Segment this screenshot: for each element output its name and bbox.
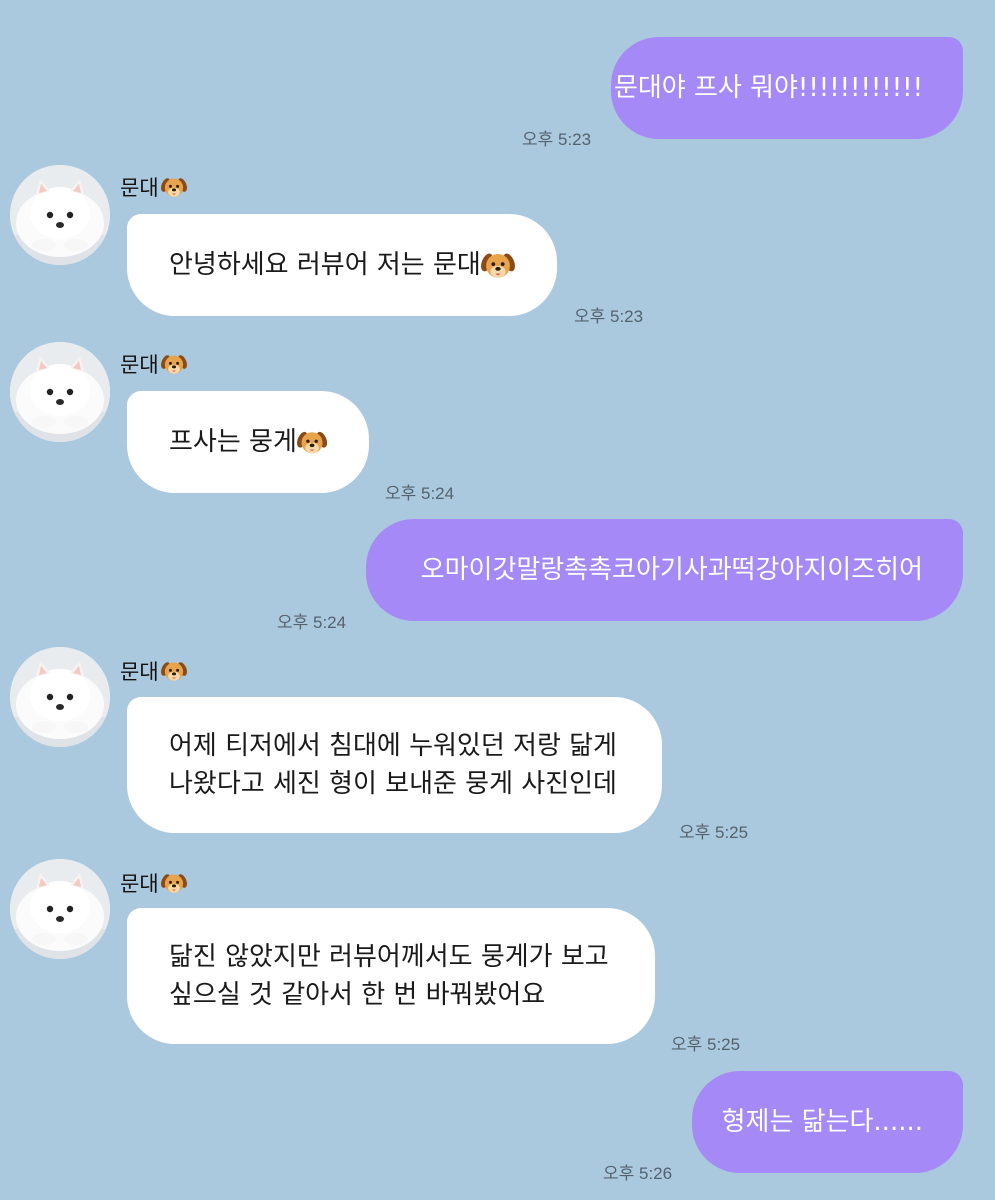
outgoing-message-bubble[interactable]: 오마이갓말랑촉촉코아기사과떡강아지이즈히어 bbox=[366, 519, 963, 621]
avatar[interactable] bbox=[10, 342, 110, 442]
outgoing-message-bubble[interactable]: 문대야 프사 뭐야!!!!!!!!!!!! bbox=[611, 37, 963, 139]
message-text: 프사는 뭉게 bbox=[169, 427, 297, 457]
message-timestamp: 오후 5:25 bbox=[671, 1035, 741, 1054]
sender-name-text: 문대 bbox=[120, 353, 159, 377]
message-line: 안녕하세요 러뷰어 저는 문대 bbox=[169, 246, 515, 284]
message-text: 어제 티저에서 침대에 누워있던 저랑 닮게 bbox=[169, 731, 617, 761]
avatar[interactable] bbox=[10, 859, 110, 959]
message-timestamp: 오후 5:25 bbox=[679, 823, 749, 842]
message-line: 프사는 뭉게 bbox=[169, 423, 327, 461]
message-text: 싶으실 것 같아서 한 번 바꿔봤어요 bbox=[169, 980, 546, 1010]
incoming-message-bubble[interactable]: 닮진 않았지만 러뷰어께서도 뭉게가 보고싶으실 것 같아서 한 번 바꿔봤어요 bbox=[127, 908, 655, 1044]
message-timestamp: 오후 5:24 bbox=[385, 484, 455, 503]
avatar[interactable] bbox=[10, 647, 110, 747]
avatar[interactable] bbox=[10, 165, 110, 265]
message-text: 나왔다고 세진 형이 보내준 뭉게 사진인데 bbox=[169, 769, 617, 799]
message-timestamp: 오후 5:23 bbox=[522, 130, 592, 149]
sender-name: 문대 bbox=[120, 656, 187, 686]
sender-name: 문대 bbox=[120, 172, 187, 202]
sender-name-text: 문대 bbox=[120, 660, 159, 684]
incoming-message-bubble[interactable]: 어제 티저에서 침대에 누워있던 저랑 닮게나왔다고 세진 형이 보내준 뭉게 … bbox=[127, 697, 662, 833]
message-text: 형제는 닮는다...... bbox=[721, 1107, 923, 1137]
incoming-message-bubble[interactable]: 프사는 뭉게 bbox=[127, 391, 369, 493]
dog-face-icon bbox=[161, 870, 187, 896]
dog-face-icon bbox=[161, 351, 187, 377]
message-timestamp: 오후 5:23 bbox=[574, 307, 644, 326]
message-text: 닮진 않았지만 러뷰어께서도 뭉게가 보고 bbox=[169, 942, 609, 972]
sender-name-text: 문대 bbox=[120, 176, 159, 200]
message-line: 닮진 않았지만 러뷰어께서도 뭉게가 보고 bbox=[169, 938, 613, 976]
message-text: 오마이갓말랑촉촉코아기사과떡강아지이즈히어 bbox=[420, 555, 923, 585]
sender-name: 문대 bbox=[120, 349, 187, 379]
dog-face-icon bbox=[161, 658, 187, 684]
message-text: 안녕하세요 러뷰어 저는 문대 bbox=[169, 250, 481, 280]
dog-face-icon bbox=[481, 248, 515, 282]
outgoing-message-bubble[interactable]: 형제는 닮는다...... bbox=[692, 1071, 963, 1173]
message-text: 문대야 프사 뭐야!!!!!!!!!!!! bbox=[613, 73, 923, 103]
message-line: 어제 티저에서 침대에 누워있던 저랑 닮게 bbox=[169, 727, 620, 765]
message-line: 싶으실 것 같아서 한 번 바꿔봤어요 bbox=[169, 976, 613, 1014]
sender-name: 문대 bbox=[120, 868, 187, 898]
dog-face-icon bbox=[297, 425, 327, 459]
sender-name-text: 문대 bbox=[120, 872, 159, 896]
message-timestamp: 오후 5:26 bbox=[603, 1164, 673, 1183]
message-timestamp: 오후 5:24 bbox=[277, 613, 347, 632]
dog-face-icon bbox=[161, 174, 187, 200]
incoming-message-bubble[interactable]: 안녕하세요 러뷰어 저는 문대 bbox=[127, 214, 557, 316]
message-line: 나왔다고 세진 형이 보내준 뭉게 사진인데 bbox=[169, 765, 620, 803]
